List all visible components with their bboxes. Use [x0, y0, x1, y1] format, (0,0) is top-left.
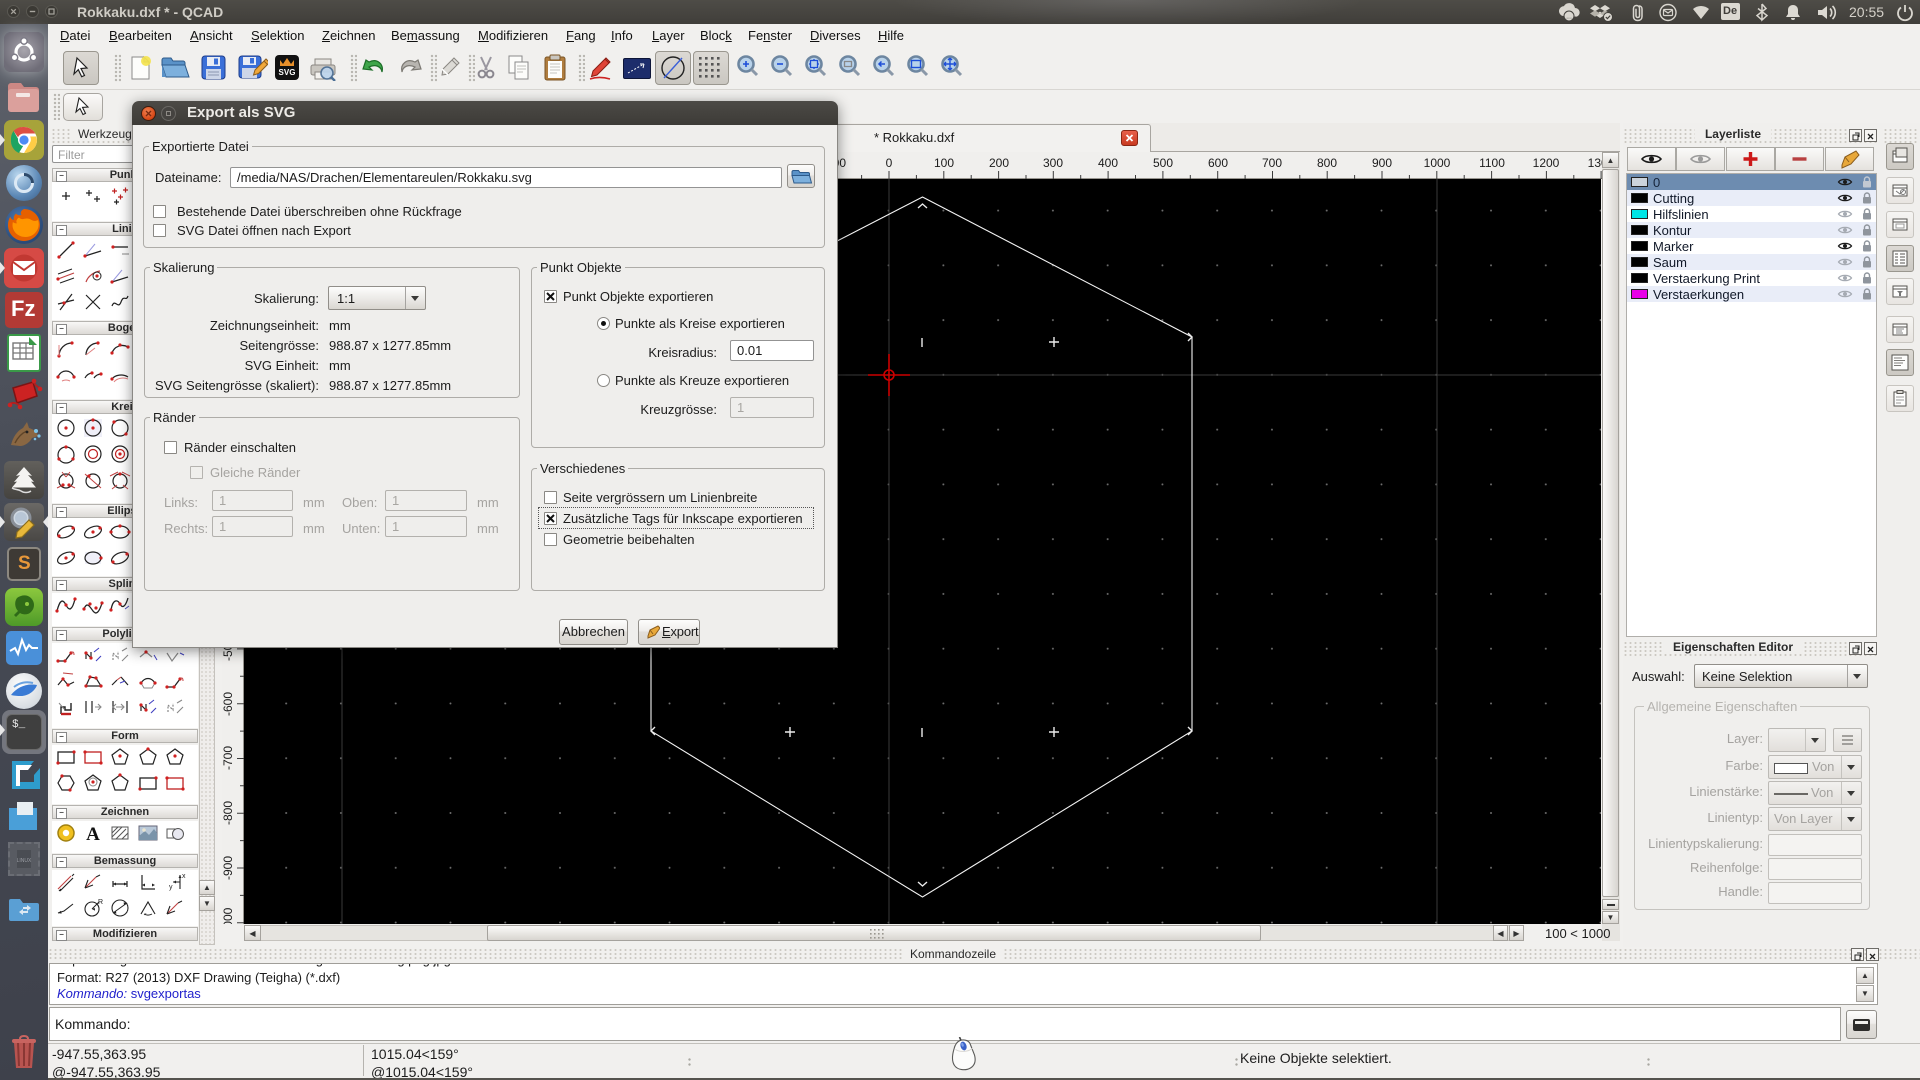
svg-text:R: R	[98, 899, 103, 906]
svg-text:LINUX: LINUX	[17, 858, 32, 864]
svg-text:...: ...	[1566, 14, 1572, 21]
svg-text:y: y	[169, 884, 173, 891]
svg-text:SVG: SVG	[279, 68, 296, 77]
svg-text:x: x	[182, 873, 186, 880]
svg-text:A: A	[86, 824, 100, 845]
